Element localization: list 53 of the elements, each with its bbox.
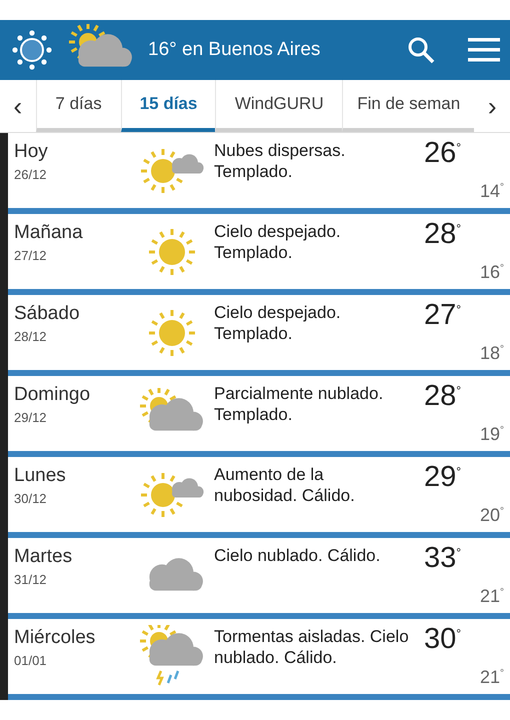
day-name: Hoy bbox=[14, 141, 49, 163]
forecast-row[interactable]: Martes 31/12 Cielo nublado. Cálido. 33$^{°}$ 21$^{°}$ bbox=[8, 538, 510, 619]
high-temperature: 29$^{°}$ bbox=[424, 460, 462, 494]
high-temperature: 28$^{°}$ bbox=[424, 217, 462, 251]
header-title: 16° en Buenos Aires bbox=[148, 39, 322, 61]
weather-description: Cielo nublado. Cálido. bbox=[214, 545, 382, 567]
weather-description: Nubes dispersas. Templado. bbox=[214, 140, 346, 183]
weather-description: Cielo despejado. Templado. bbox=[214, 221, 342, 264]
sun-logo-icon[interactable] bbox=[10, 28, 54, 72]
tab[interactable]: WindGURU bbox=[215, 80, 342, 132]
day-date: 30/12 bbox=[14, 491, 48, 506]
high-temperature: 27$^{°}$ bbox=[424, 298, 462, 332]
tab[interactable]: 7 días bbox=[36, 80, 121, 132]
weather-description: Parcialmente nublado. Templado. bbox=[214, 383, 384, 426]
low-temperature: 14$^{°}$ bbox=[480, 181, 504, 202]
day-date: 26/12 bbox=[14, 167, 48, 182]
low-temperature: 19$^{°}$ bbox=[480, 424, 504, 445]
day-name: Lunes bbox=[14, 465, 67, 487]
weather-description: Cielo despejado. Templado. bbox=[214, 302, 342, 345]
forecast-row[interactable]: Lunes 30/12 Aumento de la nubosidad. Cálido. 29$^{°}$ 20$^{°}$ bbox=[8, 457, 510, 538]
weather-description: Aumento de la nubosidad. Cálido. bbox=[214, 464, 356, 507]
storm-icon bbox=[139, 624, 205, 688]
high-temperature: 28$^{°}$ bbox=[424, 379, 462, 413]
tab[interactable]: Fin de seman bbox=[342, 80, 474, 132]
search-icon[interactable] bbox=[406, 35, 436, 65]
tab[interactable]: 15 días bbox=[120, 80, 216, 132]
low-temperature: 20$^{°}$ bbox=[480, 505, 504, 526]
weather-description: Tormentas aisladas. Cielo nublado. Cálido. bbox=[214, 626, 410, 669]
day-name: Sábado bbox=[14, 303, 81, 325]
day-date: 27/12 bbox=[14, 248, 48, 263]
high-temperature: 26$^{°}$ bbox=[424, 136, 462, 170]
menu-icon[interactable] bbox=[468, 37, 500, 63]
previous-tab-button[interactable]: ‹ bbox=[0, 80, 36, 132]
forecast-row[interactable]: Sábado 28/12 Cielo despejado. Templado. 27$^{°}$ 18$^{°}$ bbox=[8, 295, 510, 376]
forecast-row[interactable]: Miércoles 01/01 Tormentas aisladas. Cielo nublado. Cálido. 30$^{°}$ 21$^{°}$ bbox=[8, 619, 510, 700]
day-date: 29/12 bbox=[14, 410, 48, 425]
next-tab-button[interactable]: › bbox=[474, 80, 510, 132]
day-date: 28/12 bbox=[14, 329, 48, 344]
day-date: 01/01 bbox=[14, 653, 48, 668]
low-temperature: 18$^{°}$ bbox=[480, 343, 504, 364]
forecast-row[interactable]: Mañana 27/12 Cielo despejado. Templado. 28$^{°}$ 16$^{°}$ bbox=[8, 214, 510, 295]
high-temperature: 30$^{°}$ bbox=[424, 622, 462, 656]
high-temperature: 33$^{°}$ bbox=[424, 541, 462, 575]
day-name: Miércoles bbox=[14, 627, 96, 649]
low-temperature: 21$^{°}$ bbox=[480, 667, 504, 688]
day-date: 31/12 bbox=[14, 572, 48, 587]
forecast-row[interactable]: Hoy 26/12 Nubes dispersas. Templado. 26$^{°}$ 14$^{°}$ bbox=[8, 133, 510, 214]
day-name: Martes bbox=[14, 546, 74, 568]
low-temperature: 21$^{°}$ bbox=[480, 586, 504, 607]
forecast-row[interactable]: Domingo 29/12 Parcialmente nublado. Templado. 28$^{°}$ 19$^{°}$ bbox=[8, 376, 510, 457]
day-name: Mañana bbox=[14, 222, 84, 244]
day-name: Domingo bbox=[14, 384, 92, 406]
low-temperature: 16$^{°}$ bbox=[480, 262, 504, 283]
